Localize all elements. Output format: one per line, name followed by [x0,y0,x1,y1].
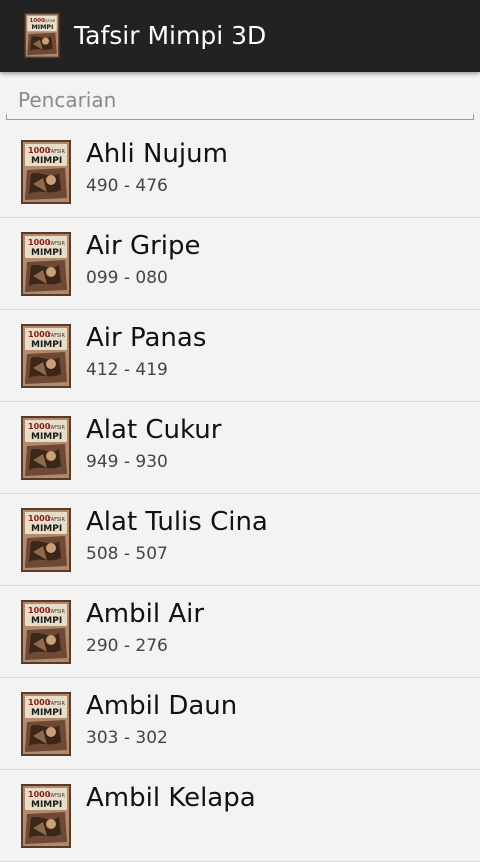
svg-text:MIMPI: MIMPI [31,340,62,350]
search-input[interactable] [6,82,474,118]
svg-text:MIMPI: MIMPI [31,616,62,626]
item-numbers: 303 - 302 [86,728,168,748]
list-item[interactable]: 1000 TAFSIR MIMPI Air Panas 412 - 419 [0,310,480,402]
book-cover-icon: 1000 TAFSIR MIMPI [21,784,71,848]
book-cover-icon: 1000 TAFSIR MIMPI [21,508,71,572]
svg-text:1000: 1000 [29,18,45,24]
svg-text:TAFSIR: TAFSIR [47,517,66,523]
list-item[interactable]: 1000 TAFSIR MIMPI Alat Cukur 949 - 930 [0,402,480,494]
book-cover-icon: 1000 TAFSIR MIMPI [21,324,71,388]
list-item[interactable]: 1000 TAFSIR MIMPI Ambil Kelapa [0,770,480,862]
book-cover-icon: 1000 TAFSIR MIMPI [21,692,71,756]
item-numbers: 412 - 419 [86,360,168,380]
item-title: Ambil Kelapa [86,783,256,813]
list-item[interactable]: 1000 TAFSIR MIMPI Ambil Daun 303 - 302 [0,678,480,770]
item-numbers: 490 - 476 [86,176,168,196]
svg-text:MIMPI: MIMPI [31,432,62,442]
list-item[interactable]: 1000 TAFSIR MIMPI Ambil Air 290 - 276 [0,586,480,678]
svg-text:TAFSIR: TAFSIR [47,609,66,615]
item-title: Air Gripe [86,231,201,261]
item-title: Ambil Daun [86,691,238,721]
svg-text:TAFSIR: TAFSIR [47,333,66,339]
app-logo-icon[interactable]: 1000 TAFSIR MIMPI [24,13,60,58]
svg-text:TAFSIR: TAFSIR [47,793,66,799]
item-title: Alat Tulis Cina [86,507,268,537]
svg-text:MIMPI: MIMPI [31,248,62,258]
item-title: Alat Cukur [86,415,222,445]
item-numbers: 949 - 930 [86,452,168,472]
book-cover-icon: 1000 TAFSIR MIMPI [21,140,71,204]
book-cover-icon: 1000 TAFSIR MIMPI [21,232,71,296]
svg-text:MIMPI: MIMPI [31,524,62,534]
item-numbers: 508 - 507 [86,544,168,564]
action-bar: 1000 TAFSIR MIMPI Tafsir Mimpi 3D [0,0,480,72]
search-underline [6,114,474,120]
svg-text:MIMPI: MIMPI [31,800,62,810]
item-numbers: 290 - 276 [86,636,168,656]
item-numbers: 099 - 080 [86,268,168,288]
book-cover-icon: 1000 TAFSIR MIMPI [21,600,71,664]
svg-text:TAFSIR: TAFSIR [42,19,55,23]
svg-text:TAFSIR: TAFSIR [47,149,66,155]
list-item[interactable]: 1000 TAFSIR MIMPI Ahli Nujum 490 - 476 [0,126,480,218]
main-content: 1000 TAFSIR MIMPI Ahli Nujum 490 - 476 1… [0,72,480,862]
list-item[interactable]: 1000 TAFSIR MIMPI Air Gripe 099 - 080 [0,218,480,310]
svg-text:MIMPI: MIMPI [31,156,62,166]
svg-text:MIMPI: MIMPI [31,708,62,718]
svg-text:TAFSIR: TAFSIR [47,241,66,247]
search-box[interactable] [6,82,474,120]
item-title: Air Panas [86,323,207,353]
book-cover-icon: 1000 TAFSIR MIMPI [21,416,71,480]
list-item[interactable]: 1000 TAFSIR MIMPI Alat Tulis Cina 508 - … [0,494,480,586]
dream-list: 1000 TAFSIR MIMPI Ahli Nujum 490 - 476 1… [0,126,480,862]
app-title: Tafsir Mimpi 3D [74,21,267,50]
item-title: Ambil Air [86,599,205,629]
svg-text:MIMPI: MIMPI [31,24,53,31]
svg-text:TAFSIR: TAFSIR [47,425,66,431]
item-title: Ahli Nujum [86,139,228,169]
svg-text:TAFSIR: TAFSIR [47,701,66,707]
